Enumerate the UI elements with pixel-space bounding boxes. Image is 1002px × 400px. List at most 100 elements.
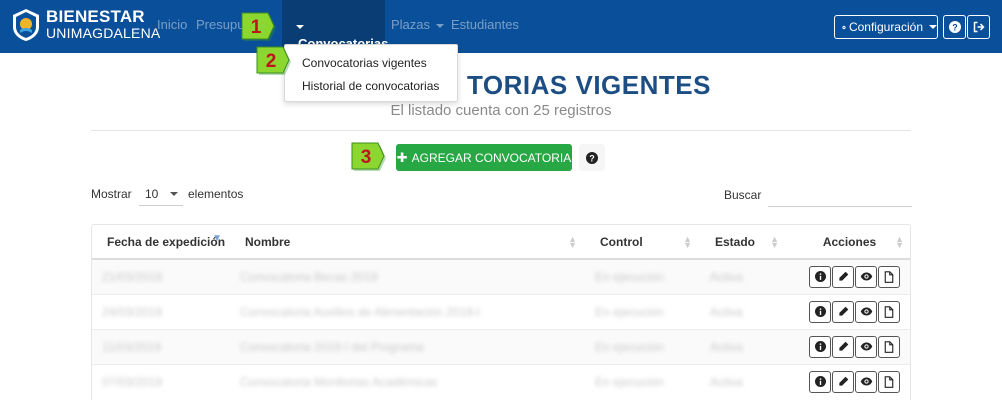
cell-nombre: Convocatoria Monitorias Académicas [240,374,438,389]
sort-icon: ▲ ▼ [770,234,779,250]
step-marker-2: 2 [256,46,291,75]
page-length-select[interactable]: 10 [139,182,183,206]
logout-button[interactable] [967,15,990,39]
document-icon [884,375,894,388]
row-actions [797,265,910,288]
nav-presupuesto[interactable]: Presupu [196,17,244,32]
eye-icon [860,342,872,351]
cell-estado: Activa [710,374,743,389]
menu-item-historial-convocatorias[interactable]: Historial de convocatorias [302,79,439,93]
cell-nombre: Convocatoria 2019-I del Programa [240,339,424,354]
top-navbar: BIENESTAR UNIMAGDALENA Inicio Presupu Co… [0,0,1002,53]
plus-icon: ✚ [396,149,408,165]
eye-icon [860,307,872,316]
add-convocatoria-button[interactable]: ✚ AGREGAR CONVOCATORIA [396,144,572,171]
sort-icon: ▲ ▼ [683,234,692,250]
cell-control: En ejecución [595,304,664,319]
table-help-button[interactable]: ? [579,144,605,171]
cell-fecha: 07/03/2019 [102,374,163,389]
cell-control: En ejecución [595,269,664,284]
eye-icon [860,272,872,281]
show-entries-label: Mostrar [91,187,132,201]
view-button[interactable] [855,335,877,358]
page-title: TORIAS VIGENTES [467,70,711,100]
svg-text:2: 2 [266,51,277,72]
document-button[interactable] [878,265,900,288]
page-length-value: 10 [145,186,159,201]
nav-estudiantes[interactable]: Estudiantes [451,17,519,32]
chevron-down-icon [436,23,445,28]
document-icon [884,305,894,318]
table-row: 21/03/2019 Convocatoria Becas 2019 En ej… [92,258,910,294]
cell-estado: Activa [710,339,743,354]
row-actions [797,335,910,358]
view-button[interactable] [855,265,877,288]
info-button[interactable] [809,265,831,288]
document-button[interactable] [878,335,900,358]
header-estado[interactable]: Estado ▲ ▼ [700,225,787,260]
config-button[interactable]: Configuración [834,15,938,39]
document-button[interactable] [878,300,900,323]
cell-control: En ejecución [595,374,664,389]
cell-estado: Activa [710,269,743,284]
nav-inicio[interactable]: Inicio [157,17,187,32]
convocatorias-dropdown-menu: Convocatorias vigentes Historial de conv… [284,44,458,102]
document-button[interactable] [878,370,900,393]
brand[interactable]: BIENESTAR UNIMAGDALENA [11,8,160,42]
info-button[interactable] [809,300,831,323]
step-marker-1: 1 [241,12,276,41]
edit-button[interactable] [832,370,854,393]
brand-title: BIENESTAR [46,7,145,26]
help-button[interactable]: ? [943,15,966,39]
nav-plazas-label: Plazas [391,17,431,32]
svg-text:1: 1 [251,17,262,38]
step-marker-3: 3 [351,142,386,171]
edit-button[interactable] [832,335,854,358]
table-row: 24/03/2019 Convocatoria Auxilios de Alim… [92,293,910,329]
header-control[interactable]: Control ▲ ▼ [585,225,700,260]
info-icon [814,376,826,388]
divider [91,130,911,131]
header-nombre[interactable]: Nombre ▲ ▼ [230,225,585,260]
question-icon: ? [948,21,961,33]
search-input[interactable] [768,182,912,207]
row-actions [797,370,910,393]
question-icon: ? [586,151,598,164]
info-icon [814,271,826,283]
cell-fecha: 24/03/2019 [102,304,163,319]
header-fecha[interactable]: Fecha de expedición ▼ [92,225,230,260]
info-icon [814,341,826,352]
info-icon [814,306,826,317]
svg-text:3: 3 [361,147,372,168]
search-label: Buscar [724,188,762,202]
menu-item-convocatorias-vigentes[interactable]: Convocatorias vigentes [302,56,427,70]
header-acciones[interactable]: Acciones ▲ ▼ [787,225,910,260]
sign-out-icon [973,21,985,33]
brand-subtitle: UNIMAGDALENA [46,25,161,41]
svg-text:?: ? [589,153,595,163]
table-row: 07/03/2019 Convocatoria Monitorias Acadé… [92,363,910,399]
document-icon [884,270,894,283]
cell-fecha: 11/03/2019 [102,339,162,354]
config-label: Configuración [848,20,923,34]
edit-button[interactable] [832,300,854,323]
show-entries-suffix: elementos [188,187,244,201]
edit-button[interactable] [832,265,854,288]
nav-plazas[interactable]: Plazas [391,17,445,32]
chevron-down-icon [296,24,304,29]
pencil-icon [838,341,848,351]
info-button[interactable] [809,335,831,358]
sort-icon: ▲ ▼ [895,234,904,250]
eye-icon [860,377,872,386]
chevron-down-icon [929,25,937,29]
view-button[interactable] [855,300,877,323]
convocatorias-table: Fecha de expedición ▼ Nombre ▲ ▼ Control ▲ ▼ … [91,224,911,400]
info-button[interactable] [809,370,831,393]
pencil-icon [838,376,848,386]
cell-control: En ejecución [595,339,664,354]
cell-estado: Activa [710,304,743,319]
view-button[interactable] [855,370,877,393]
chevron-down-icon [170,191,179,196]
pencil-icon [838,271,848,281]
table-header-row: Fecha de expedición ▼ Nombre ▲ ▼ Control ▲ ▼ … [92,225,910,260]
